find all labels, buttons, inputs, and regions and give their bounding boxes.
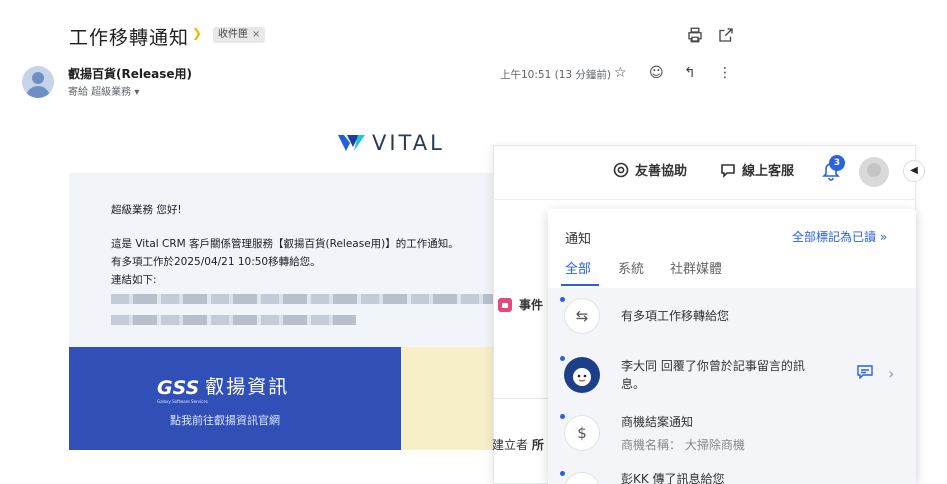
unread-dot xyxy=(560,471,565,476)
support-button[interactable]: 線上客服 xyxy=(720,160,794,179)
importance-marker-icon[interactable]: ❯ xyxy=(192,26,202,40)
support-label: 線上客服 xyxy=(742,164,795,179)
vital-logo: VITAL xyxy=(338,131,445,155)
unread-dot xyxy=(560,356,565,361)
tab-social-media[interactable]: 社群媒體 xyxy=(670,258,722,277)
reply-icon[interactable]: ↰ xyxy=(684,65,696,81)
gss-mark-sub: Galaxy Software Services xyxy=(157,399,208,404)
creator-value: 所 xyxy=(531,438,544,452)
calendar-icon xyxy=(498,297,512,312)
event-label: 事件 xyxy=(519,298,544,312)
user-avatar-icon xyxy=(564,357,600,393)
mark-all-read-link[interactable]: 全部標記為已讀 » xyxy=(792,228,887,245)
crm-row-divider xyxy=(493,398,549,399)
notification-item-1[interactable]: 有多項工作移轉給您 xyxy=(621,307,729,325)
email-time: 上午10:51 (13 分鐘前) xyxy=(500,69,611,81)
user-avatar[interactable] xyxy=(859,157,889,187)
remove-label-icon[interactable]: × xyxy=(252,27,260,43)
inbox-label-text: 收件匣 xyxy=(218,29,248,40)
notification-item-2-line1: 李大同 回覆了你曾於記事留言的訊 xyxy=(621,359,805,373)
greeting: 超級業務 您好! xyxy=(111,204,182,216)
unread-dot xyxy=(560,297,565,302)
notification-item-2[interactable]: 李大同 回覆了你曾於記事留言的訊 息。 xyxy=(621,357,805,393)
redacted-link-2[interactable] xyxy=(111,315,356,325)
help-button[interactable]: 友善協助 xyxy=(613,160,687,179)
sender-avatar xyxy=(22,66,54,98)
notification-item-2-line2: 息。 xyxy=(621,377,646,391)
crm-header-divider xyxy=(493,199,916,200)
emoji-react-icon[interactable]: ☺ xyxy=(649,65,664,81)
sender-name: 叡揚百貨(Release用) xyxy=(68,67,192,81)
print-icon[interactable] xyxy=(686,26,704,44)
tab-all[interactable]: 全部 xyxy=(565,258,591,277)
body-line-2: 有多項工作於2025/04/21 10:50移轉給您。 xyxy=(111,256,321,268)
open-new-window-icon[interactable] xyxy=(717,26,735,44)
notification-item-3[interactable]: 商機結案通知 xyxy=(621,413,693,431)
active-tab-indicator xyxy=(561,284,599,286)
vital-wordmark: VITAL xyxy=(372,131,445,155)
notification-item-3-sub: 商機名稱： 大掃除商機 xyxy=(621,438,745,452)
body-line-1: 這是 Vital CRM 客戶關係管理服務【叡揚百貨(Release用)】的工作… xyxy=(111,238,459,250)
recipient-dropdown[interactable]: 寄給 超級業務 ▾ xyxy=(68,83,139,98)
lifebuoy-icon xyxy=(613,162,629,177)
email-subject: 工作移轉通知 xyxy=(69,27,190,49)
body-line-3: 連結如下: xyxy=(111,274,157,286)
gss-website-link[interactable]: 點我前往叡揚資訊官網 xyxy=(170,412,280,428)
redacted-link-1[interactable] xyxy=(111,294,496,304)
creator-field: 建立者 所 xyxy=(492,436,544,453)
gss-mark: GSS xyxy=(157,377,200,399)
deal-close-icon: $ xyxy=(564,415,600,451)
help-label: 友善協助 xyxy=(635,164,688,179)
gss-logo: GSS Galaxy Software Services 叡揚資訊 xyxy=(157,372,290,404)
notification-count-badge: 3 xyxy=(829,155,845,171)
more-options-icon[interactable]: ⋮ xyxy=(718,65,732,81)
star-icon[interactable]: ☆ xyxy=(614,65,627,81)
chevron-right-icon[interactable]: › xyxy=(888,364,894,383)
chat-support-icon xyxy=(721,163,735,178)
collapse-panel-button[interactable]: ◀ xyxy=(903,160,925,182)
creator-label: 建立者 xyxy=(492,438,529,452)
vital-mark-icon xyxy=(338,135,365,151)
cartoon-face-icon xyxy=(573,368,591,386)
gss-company-name: 叡揚資訊 xyxy=(205,376,290,398)
unread-dot xyxy=(560,414,565,419)
inbox-label-chip[interactable]: 收件匣 × xyxy=(213,27,266,43)
tab-system[interactable]: 系統 xyxy=(618,258,644,277)
notification-title: 通知 xyxy=(565,232,592,247)
event-section-header[interactable]: 事件 xyxy=(498,296,543,313)
transfer-icon: ⇆ xyxy=(564,298,600,334)
notification-item-4[interactable]: 彭KK 傳了訊息給您 xyxy=(621,470,725,484)
comment-icon[interactable] xyxy=(857,365,873,379)
